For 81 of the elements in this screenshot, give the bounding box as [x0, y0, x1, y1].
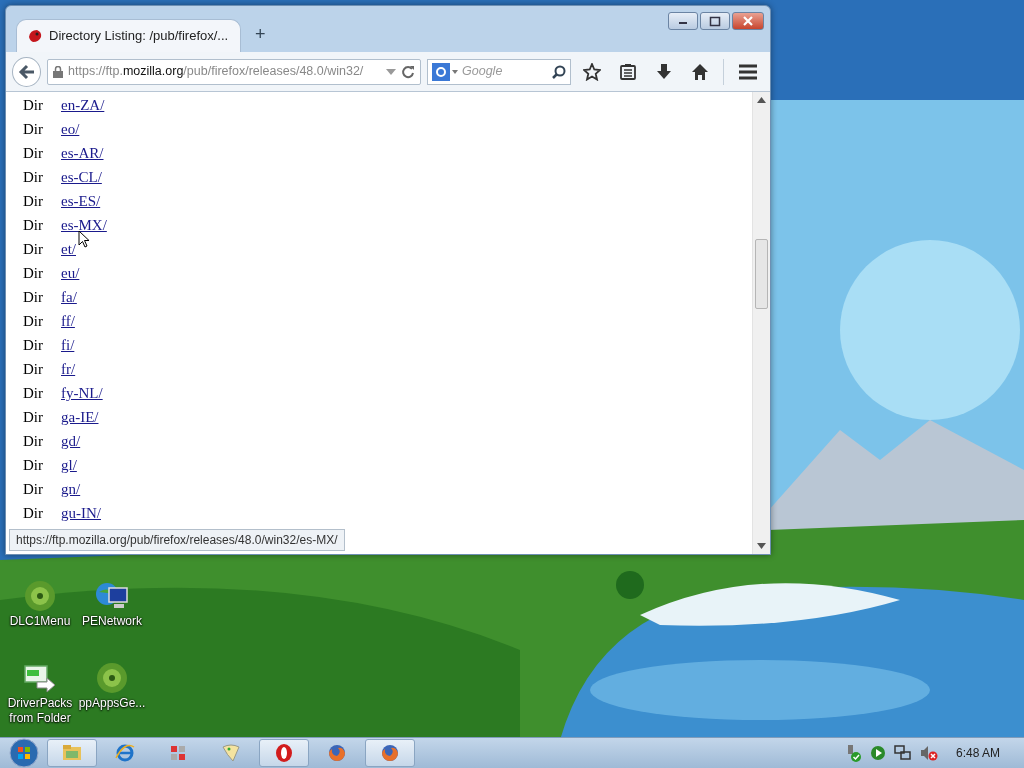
grid-icon [168, 743, 188, 763]
entry-type: Dir [23, 239, 44, 259]
entry-type: Dir [23, 167, 44, 187]
entry-type: Dir [23, 287, 44, 307]
desktop-icon-label[interactable]: DriverPacks from Folder [0, 696, 80, 726]
scroll-down-icon[interactable] [757, 543, 766, 549]
directory-link[interactable]: fa/ [61, 285, 77, 309]
fox-favicon [27, 28, 43, 44]
directory-link[interactable]: fi/ [61, 333, 75, 357]
entry-type: Dir [23, 119, 44, 139]
directory-link[interactable]: gl/ [61, 453, 77, 477]
directory-link[interactable]: es-CL/ [61, 165, 102, 189]
entry-type: Dir [23, 455, 44, 475]
directory-link[interactable]: fr/ [61, 357, 76, 381]
back-arrow-icon[interactable] [17, 62, 36, 81]
firefox-icon [380, 743, 400, 763]
directory-link[interactable]: es-AR/ [61, 141, 104, 165]
taskbar-button[interactable] [365, 739, 415, 767]
status-url: https://ftp.mozilla.org/pub/firefox/releases/48.0/win32/es-MX/ [9, 529, 345, 551]
entry-type: Dir [23, 359, 44, 379]
home-icon[interactable] [691, 62, 710, 81]
play-icon[interactable] [869, 745, 886, 761]
directory-link[interactable]: es-ES/ [61, 189, 101, 213]
directory-link[interactable]: eo/ [61, 117, 80, 141]
browser-tab[interactable]: Directory Listing: /pub/firefox/... [16, 19, 241, 52]
entry-type: Dir [23, 215, 44, 235]
tab-title: Directory Listing: /pub/firefox/... [49, 27, 229, 46]
clock[interactable]: 6:48 AM [955, 744, 1000, 762]
bookmark-star-icon[interactable] [583, 62, 602, 81]
entry-type: Dir [23, 503, 44, 523]
menu-icon[interactable] [738, 62, 758, 81]
entry-type: Dir [23, 431, 44, 451]
speaker-muted-icon[interactable] [919, 744, 938, 762]
download-icon[interactable] [655, 62, 674, 81]
url-text: https://ftp.mozilla.org/pub/firefox/releases/48.0/win32/ [68, 63, 364, 81]
address-bar[interactable]: https://ftp.mozilla.org/pub/firefox/releases/48.0/win32/ [47, 58, 422, 85]
paint-icon [221, 743, 241, 763]
desktop-icon-label[interactable]: DLC1Menu [9, 614, 71, 629]
lock-icon [53, 65, 64, 78]
back-button[interactable] [12, 56, 42, 87]
entry-type: Dir [23, 311, 44, 331]
directory-link[interactable]: ff/ [61, 309, 75, 333]
directory-link[interactable]: gn/ [61, 477, 81, 501]
desktop-icon-label[interactable]: ppAppsGe... [78, 696, 146, 711]
entry-type: Dir [23, 407, 44, 427]
cursor-icon [78, 230, 90, 248]
opera-icon [274, 743, 294, 763]
window-arrow-icon [23, 662, 57, 694]
reload-icon[interactable] [401, 64, 416, 79]
entry-type: Dir [23, 191, 44, 211]
directory-link[interactable]: gu-IN/ [61, 501, 101, 525]
directory-link[interactable]: es-MX/ [61, 213, 107, 237]
entry-type: Dir [23, 95, 44, 115]
entry-type: Dir [23, 479, 44, 499]
entry-type: Dir [23, 143, 44, 163]
directory-link[interactable]: ga-IE/ [61, 405, 99, 429]
search-icon[interactable] [552, 64, 567, 79]
scroll-thumb[interactable] [755, 239, 768, 309]
scroll-up-icon[interactable] [757, 97, 766, 103]
start-orb-icon[interactable] [9, 738, 39, 768]
network-icon[interactable] [893, 744, 912, 762]
entry-type: Dir [23, 383, 44, 403]
directory-link[interactable]: fy-NL/ [61, 381, 103, 405]
directory-link[interactable]: et/ [61, 237, 76, 261]
disc-icon [24, 580, 56, 612]
folder-icon [62, 743, 82, 763]
clipboard-icon[interactable] [619, 62, 638, 81]
directory-link[interactable]: en-ZA/ [61, 93, 105, 117]
entry-type: Dir [23, 335, 44, 355]
disc-icon [96, 662, 128, 694]
browser-e-icon [115, 743, 135, 763]
dropdown-icon[interactable] [386, 67, 397, 76]
desktop-icon-label[interactable]: PENetwork [82, 614, 142, 629]
directory-link[interactable]: eu/ [61, 261, 80, 285]
search-box[interactable]: Google [427, 58, 572, 85]
taskbar-button[interactable] [259, 739, 309, 767]
entry-type: Dir [23, 263, 44, 283]
firefox-icon [327, 743, 347, 763]
search-engine-icon[interactable] [432, 62, 459, 81]
new-tab-button[interactable]: + [249, 21, 272, 48]
directory-link[interactable]: gd/ [61, 429, 81, 453]
